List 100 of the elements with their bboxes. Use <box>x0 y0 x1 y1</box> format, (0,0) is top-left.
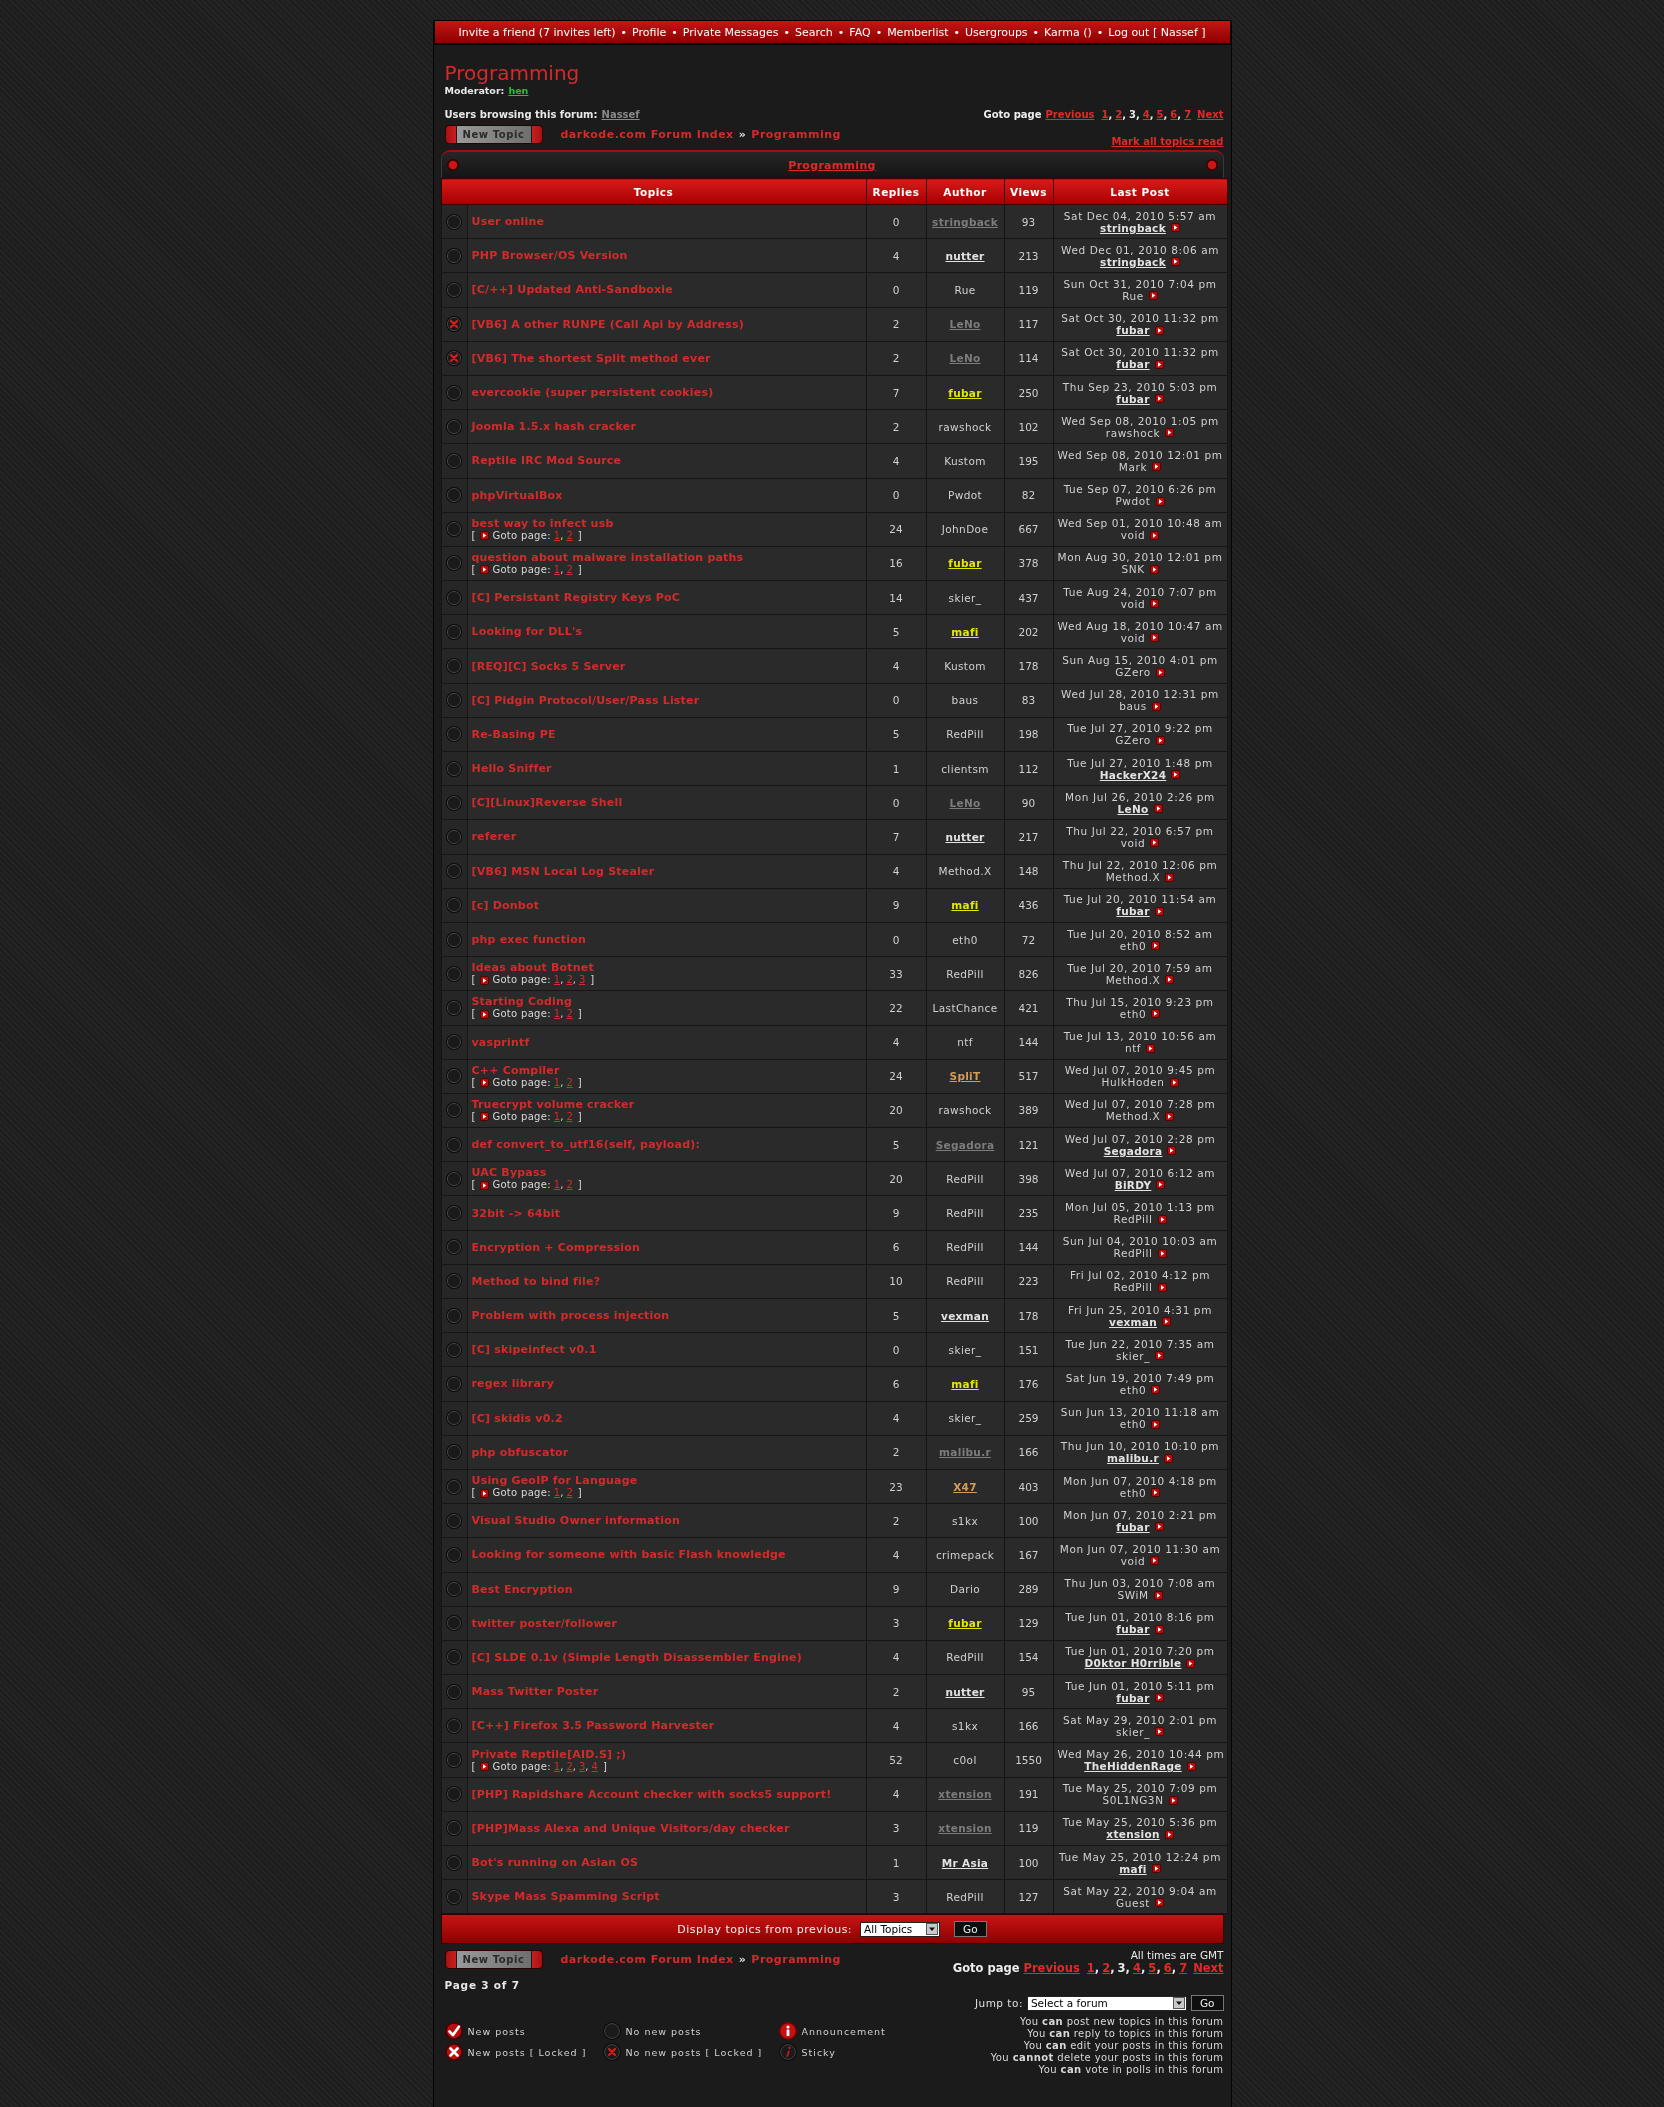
topic-link[interactable]: question about malware installation paths <box>471 550 744 564</box>
page-link[interactable]: 2 <box>566 529 573 542</box>
topic-link[interactable]: Encryption + Compression <box>471 1240 641 1254</box>
topic-link[interactable]: php obfuscator <box>471 1445 569 1459</box>
nav-link[interactable]: FAQ <box>849 25 871 39</box>
latest-post-icon[interactable] <box>1151 1009 1161 1019</box>
latest-post-icon[interactable] <box>1156 1180 1166 1190</box>
page-link[interactable]: 2 <box>566 1110 573 1123</box>
latest-post-icon[interactable] <box>1157 1214 1167 1224</box>
topic-link[interactable]: [REQ][C] Socks 5 Server <box>471 659 626 673</box>
new-topic-button[interactable]: New Topic <box>444 125 543 144</box>
last-poster-link[interactable]: stringback <box>1100 221 1166 234</box>
latest-post-icon[interactable] <box>1155 1727 1165 1737</box>
page-link[interactable]: 2 <box>566 1076 573 1089</box>
latest-post-icon[interactable] <box>1150 530 1160 540</box>
latest-post-icon[interactable] <box>1154 1693 1164 1703</box>
last-poster-link[interactable]: BiRDY <box>1114 1178 1152 1191</box>
last-poster-link[interactable]: fubar <box>1116 392 1150 405</box>
latest-post-icon[interactable] <box>1154 1898 1164 1908</box>
latest-post-icon[interactable] <box>1146 1043 1156 1053</box>
new-topic-button[interactable]: New Topic <box>444 1950 543 1970</box>
latest-post-icon[interactable] <box>1165 428 1175 438</box>
topic-link[interactable]: phpVirtualBox <box>471 488 563 502</box>
latest-post-icon[interactable] <box>1171 770 1181 780</box>
last-poster-link[interactable]: malibu.r <box>1107 1452 1159 1465</box>
topic-link[interactable]: Mass Twitter Poster <box>471 1685 599 1699</box>
page-link[interactable]: 2 <box>566 1179 573 1192</box>
topic-link[interactable]: Private Reptile[AID.S] ;) <box>471 1747 627 1761</box>
author-link[interactable]: LeNo <box>949 352 981 365</box>
forum-select[interactable]: Select a forum <box>1026 1995 1187 2011</box>
latest-post-icon[interactable] <box>1150 1556 1160 1566</box>
latest-post-icon[interactable] <box>1154 1624 1164 1634</box>
latest-post-icon[interactable] <box>1168 1795 1178 1805</box>
user-link[interactable]: Nassef <box>601 108 640 121</box>
topic-link[interactable]: vasprintf <box>471 1035 530 1049</box>
page-link[interactable]: 2 <box>1102 1961 1111 1976</box>
latest-post-icon[interactable] <box>1154 359 1164 369</box>
latest-post-icon[interactable] <box>1167 1146 1177 1156</box>
latest-post-icon[interactable] <box>1162 1317 1172 1327</box>
last-poster-link[interactable]: Segadora <box>1103 1144 1163 1157</box>
topic-link[interactable]: [C][Linux]Reverse Shell <box>471 796 623 810</box>
topic-link[interactable]: Using GeoIP for Language <box>471 1474 638 1488</box>
page-link[interactable]: 6 <box>1163 1961 1172 1976</box>
latest-post-icon[interactable] <box>1150 633 1160 643</box>
latest-post-icon[interactable] <box>1157 1248 1167 1258</box>
latest-post-icon[interactable] <box>1150 838 1160 848</box>
topic-link[interactable]: PHP Browser/OS Version <box>471 249 628 263</box>
previous-page-link[interactable]: Previous <box>1045 108 1095 121</box>
author-link[interactable]: LeNo <box>949 318 981 331</box>
page-link[interactable]: 7 <box>1179 1961 1188 1976</box>
breadcrumb-link[interactable]: Programming <box>751 128 841 141</box>
latest-post-icon[interactable] <box>1150 599 1160 609</box>
latest-post-icon[interactable] <box>1169 1077 1179 1087</box>
latest-post-icon[interactable] <box>1153 804 1163 814</box>
page-link[interactable]: 5 <box>1148 1961 1157 1976</box>
author-link[interactable]: mafi <box>951 1377 979 1390</box>
latest-post-icon[interactable] <box>1154 394 1164 404</box>
latest-post-icon[interactable] <box>1151 1419 1161 1429</box>
last-poster-link[interactable]: vexman <box>1109 1315 1158 1328</box>
page-link[interactable]: 7 <box>1184 108 1192 121</box>
author-link[interactable]: X47 <box>953 1480 977 1493</box>
topic-link[interactable]: [C] skidis v0.2 <box>471 1411 563 1425</box>
author-link[interactable]: fubar <box>948 386 982 399</box>
page-link[interactable]: 3 <box>578 974 586 987</box>
latest-post-icon[interactable] <box>1170 223 1180 233</box>
latest-post-icon[interactable] <box>1151 1864 1161 1874</box>
author-link[interactable]: fubar <box>948 1617 982 1630</box>
page-link[interactable]: 2 <box>566 974 573 987</box>
author-link[interactable]: mafi <box>951 899 979 912</box>
topic-link[interactable]: Reptile IRC Mod Source <box>471 454 622 468</box>
next-page-link[interactable]: Next <box>1197 108 1224 121</box>
author-link[interactable]: mafi <box>951 625 979 638</box>
topic-link[interactable]: Bot's running on Asian OS <box>471 1856 639 1870</box>
topic-link[interactable]: Re-Basing PE <box>471 727 556 741</box>
latest-post-icon[interactable] <box>1154 1522 1164 1532</box>
last-poster-link[interactable]: LeNo <box>1117 802 1149 815</box>
topic-link[interactable]: Hello Sniffer <box>471 762 552 776</box>
page-link[interactable]: 2 <box>566 1008 573 1021</box>
nav-link[interactable]: Private Messages <box>682 25 779 39</box>
page-link[interactable]: 5 <box>1156 108 1164 121</box>
topic-link[interactable]: UAC Bypass <box>471 1166 547 1180</box>
page-link[interactable]: 1 <box>1086 1961 1095 1976</box>
latest-post-icon[interactable] <box>1170 257 1180 267</box>
latest-post-icon[interactable] <box>1149 564 1159 574</box>
page-link[interactable]: 4 <box>591 1760 598 1773</box>
author-link[interactable]: nutter <box>945 830 985 843</box>
topic-link[interactable]: php exec function <box>471 933 587 947</box>
last-poster-link[interactable]: fubar <box>1116 324 1150 337</box>
topic-link[interactable]: Starting Coding <box>471 995 573 1009</box>
previous-page-link[interactable]: Previous <box>1023 1961 1080 1976</box>
nav-link[interactable]: Karma () <box>1044 25 1092 39</box>
page-link[interactable]: 2 <box>566 563 573 576</box>
topic-link[interactable]: Skype Mass Spamming Script <box>471 1890 660 1904</box>
latest-post-icon[interactable] <box>1155 667 1165 677</box>
latest-post-icon[interactable] <box>1186 1761 1196 1771</box>
next-page-link[interactable]: Next <box>1193 1961 1224 1976</box>
nav-link[interactable]: Log out [ Nassef ] <box>1108 25 1206 39</box>
latest-post-icon[interactable] <box>1186 1658 1196 1668</box>
latest-post-icon[interactable] <box>1151 941 1161 951</box>
topic-link[interactable]: regex library <box>471 1377 555 1391</box>
